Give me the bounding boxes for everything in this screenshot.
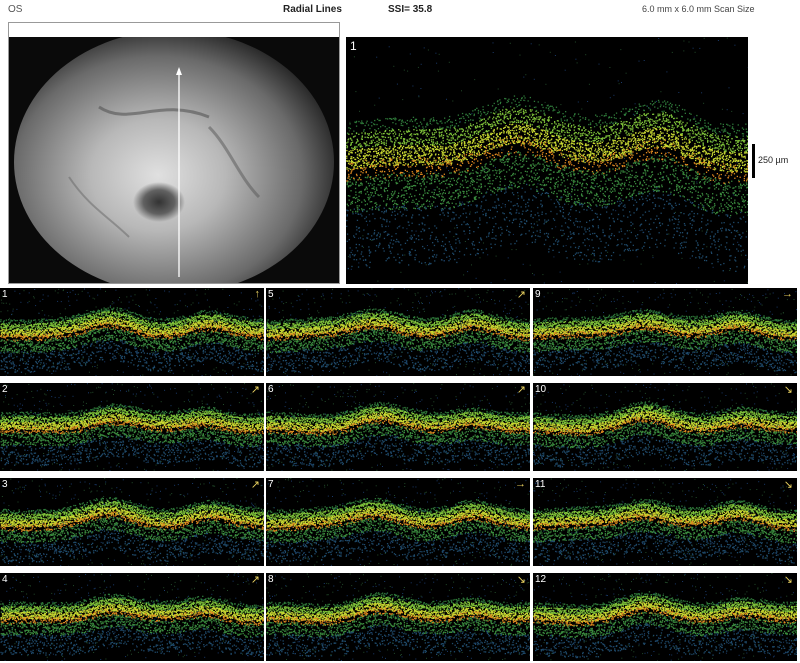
thumbnail-scan[interactable]: 11 ↘ — [533, 478, 797, 566]
thumbnail-bscan-image — [0, 383, 264, 471]
thumbnail-scan-number: 7 — [268, 479, 274, 490]
direction-arrow-icon: ↘ — [784, 383, 793, 396]
eye-label: OS — [8, 4, 22, 15]
thumbnail-bscan-image — [266, 478, 530, 566]
thumbnail-scan-number: 10 — [535, 384, 546, 395]
thumbnail-scan-number: 11 — [535, 479, 545, 490]
fundus-image — [9, 37, 339, 283]
thumbnail-bscan-image — [0, 573, 264, 661]
thumbnail-scan[interactable]: 5 ↗ — [266, 288, 530, 376]
main-bscan-image — [346, 37, 748, 284]
protocol-title: Radial Lines — [283, 4, 342, 15]
direction-arrow-icon: ↗ — [251, 478, 260, 491]
thumbnail-bscan-image — [533, 288, 797, 376]
thumbnail-scan[interactable]: 3 ↗ — [0, 478, 264, 566]
thumbnail-scan-number: 5 — [268, 289, 274, 300]
thumbnail-bscan-image — [533, 478, 797, 566]
thumbnail-bscan-image — [533, 383, 797, 471]
main-oct-bscan: 1 — [346, 37, 748, 284]
thumbnail-bscan-image — [533, 573, 797, 661]
thumbnail-scan-number: 4 — [2, 574, 8, 585]
thumbnail-bscan-image — [0, 288, 264, 376]
thumbnail-scan[interactable]: 4 ↗ — [0, 573, 264, 661]
direction-arrow-icon: ↘ — [517, 573, 526, 586]
thumbnail-bscan-image — [0, 478, 264, 566]
scale-bar — [752, 144, 755, 178]
thumbnail-bscan-image — [266, 288, 530, 376]
thumbnail-bscan-image — [266, 383, 530, 471]
fundus-image-panel — [8, 22, 340, 284]
direction-arrow-icon: ↗ — [251, 383, 260, 396]
thumbnail-scan[interactable]: 6 ↗ — [266, 383, 530, 471]
radial-scan-thumbnails: 1 ↑ 5 ↗ 9 → 2 ↗ 6 ↗ 10 ↘ 3 ↗ 7 → 11 ↘ 4 ↗ 8 ↘ 12 ↘ — [0, 288, 800, 663]
direction-arrow-icon: ↗ — [517, 383, 526, 396]
direction-arrow-icon: ↗ — [517, 288, 526, 301]
thumbnail-scan[interactable]: 9 → — [533, 288, 797, 376]
thumbnail-scan-number: 2 — [2, 384, 8, 395]
main-scan-number: 1 — [350, 39, 357, 53]
scale-bar-label: 250 µm — [758, 155, 788, 165]
thumbnail-scan-number: 3 — [2, 479, 8, 490]
thumbnail-scan-number: 9 — [535, 289, 541, 300]
thumbnail-scan[interactable]: 10 ↘ — [533, 383, 797, 471]
thumbnail-scan-number: 8 — [268, 574, 274, 585]
thumbnail-scan-number: 1 — [2, 289, 8, 300]
thumbnail-scan[interactable]: 8 ↘ — [266, 573, 530, 661]
signal-strength-index: SSI= 35.8 — [388, 4, 432, 15]
direction-arrow-icon: ↗ — [251, 573, 260, 586]
thumbnail-scan[interactable]: 7 → — [266, 478, 530, 566]
thumbnail-scan-number: 6 — [268, 384, 274, 395]
thumbnail-scan[interactable]: 1 ↑ — [0, 288, 264, 376]
thumbnail-scan[interactable]: 12 ↘ — [533, 573, 797, 661]
thumbnail-scan-number: 12 — [535, 574, 546, 585]
scan-size-label: 6.0 mm x 6.0 mm Scan Size — [642, 4, 755, 14]
direction-arrow-icon: ↘ — [784, 478, 793, 491]
direction-arrow-icon: ↘ — [784, 573, 793, 586]
direction-arrow-icon: → — [515, 478, 526, 490]
thumbnail-scan[interactable]: 2 ↗ — [0, 383, 264, 471]
thumbnail-bscan-image — [266, 573, 530, 661]
direction-arrow-icon: ↑ — [255, 288, 261, 300]
direction-arrow-icon: → — [782, 288, 793, 300]
